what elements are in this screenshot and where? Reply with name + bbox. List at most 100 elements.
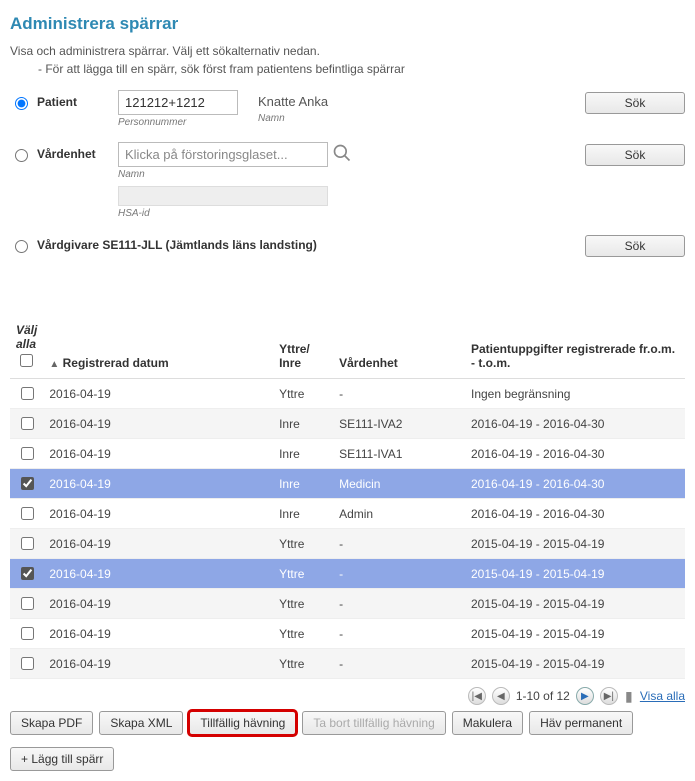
col-vardenhet[interactable]: Vårdenhet: [333, 317, 465, 379]
row-checkbox[interactable]: [21, 507, 34, 520]
pager-separator-icon: ▮: [624, 688, 634, 705]
cell-date: 2016-04-19: [43, 499, 273, 529]
hsaid-input[interactable]: [118, 186, 328, 206]
cell-date: 2016-04-19: [43, 589, 273, 619]
hsaid-sublabel: HSA-id: [118, 208, 352, 219]
cell-vardenhet: -: [333, 379, 465, 409]
cell-vardenhet: Medicin: [333, 469, 465, 499]
cell-yttre-inre: Inre: [273, 439, 333, 469]
col-select-all: Välj alla: [16, 323, 37, 351]
personnummer-input[interactable]: [118, 90, 238, 115]
table-row[interactable]: 2016-04-19InreSE111-IVA12016-04-19 - 201…: [10, 439, 685, 469]
skapa-pdf-button[interactable]: Skapa PDF: [10, 711, 93, 735]
table-row[interactable]: 2016-04-19Yttre-Ingen begränsning: [10, 379, 685, 409]
cell-patientuppgifter: 2015-04-19 - 2015-04-19: [465, 529, 685, 559]
cell-yttre-inre: Yttre: [273, 559, 333, 589]
cell-date: 2016-04-19: [43, 619, 273, 649]
cell-yttre-inre: Inre: [273, 469, 333, 499]
search-icon[interactable]: [332, 143, 352, 166]
search-row-vardgivare: Vårdgivare SE111-JLL (Jämtlands läns lan…: [10, 233, 685, 257]
cell-yttre-inre: Inre: [273, 499, 333, 529]
search-vardgivare-button[interactable]: Sök: [585, 235, 685, 257]
pager-last-icon[interactable]: ▶|: [600, 687, 618, 705]
row-checkbox[interactable]: [21, 447, 34, 460]
cell-yttre-inre: Yttre: [273, 589, 333, 619]
cell-patientuppgifter: 2016-04-19 - 2016-04-30: [465, 439, 685, 469]
pager-range: 1-10 of 12: [516, 689, 570, 703]
radio-patient[interactable]: [15, 97, 28, 110]
select-all-checkbox[interactable]: [20, 354, 33, 367]
pager-prev-icon[interactable]: ◀: [492, 687, 510, 705]
search-patient-button[interactable]: Sök: [585, 92, 685, 114]
cell-patientuppgifter: 2015-04-19 - 2015-04-19: [465, 589, 685, 619]
pager-next-icon[interactable]: ▶: [576, 687, 594, 705]
cell-vardenhet: -: [333, 589, 465, 619]
cell-vardenhet: -: [333, 619, 465, 649]
cell-yttre-inre: Yttre: [273, 619, 333, 649]
patient-name-display: Knatte Anka: [258, 90, 328, 111]
sort-indicator-icon: ▲: [49, 359, 59, 370]
search-row-patient: Patient Personnummer Knatte Anka Namn Sö…: [10, 90, 685, 128]
cell-date: 2016-04-19: [43, 409, 273, 439]
makulera-button[interactable]: Makulera: [452, 711, 523, 735]
cell-yttre-inre: Yttre: [273, 649, 333, 679]
radio-vardgivare[interactable]: [15, 240, 28, 253]
patient-name-sublabel: Namn: [258, 113, 328, 124]
results-table: Välj alla ▲ Registrerad datum Yttre/ Inr…: [10, 317, 685, 679]
cell-vardenhet: -: [333, 529, 465, 559]
vardenhet-name-input[interactable]: [118, 142, 328, 167]
col-yttre-inre[interactable]: Yttre/ Inre: [273, 317, 333, 379]
cell-patientuppgifter: 2015-04-19 - 2015-04-19: [465, 649, 685, 679]
pager-first-icon[interactable]: |◀: [468, 687, 486, 705]
cell-vardenhet: Admin: [333, 499, 465, 529]
table-row[interactable]: 2016-04-19Yttre-2015-04-19 - 2015-04-19: [10, 589, 685, 619]
cell-vardenhet: -: [333, 559, 465, 589]
skapa-xml-button[interactable]: Skapa XML: [99, 711, 183, 735]
cell-yttre-inre: Yttre: [273, 529, 333, 559]
radio-vardenhet[interactable]: [15, 149, 28, 162]
show-all-link[interactable]: Visa alla: [640, 689, 685, 703]
cell-date: 2016-04-19: [43, 559, 273, 589]
cell-vardenhet: SE111-IVA2: [333, 409, 465, 439]
table-row[interactable]: 2016-04-19Yttre-2015-04-19 - 2015-04-19: [10, 529, 685, 559]
search-vardenhet-button[interactable]: Sök: [585, 144, 685, 166]
hav-permanent-button[interactable]: Häv permanent: [529, 711, 633, 735]
table-row[interactable]: 2016-04-19Yttre-2015-04-19 - 2015-04-19: [10, 619, 685, 649]
col-patientuppgifter[interactable]: Patientuppgifter registrerade fr.o.m. - …: [465, 317, 685, 379]
lagg-till-sparr-button[interactable]: + Lägg till spärr: [10, 747, 114, 771]
row-checkbox[interactable]: [21, 387, 34, 400]
row-checkbox[interactable]: [21, 567, 34, 580]
row-checkbox[interactable]: [21, 477, 34, 490]
row-checkbox[interactable]: [21, 597, 34, 610]
cell-vardenhet: SE111-IVA1: [333, 439, 465, 469]
cell-patientuppgifter: 2016-04-19 - 2016-04-30: [465, 409, 685, 439]
search-row-vardenhet: Vårdenhet Namn HSA-id Sök: [10, 142, 685, 219]
table-row[interactable]: 2016-04-19InreAdmin2016-04-19 - 2016-04-…: [10, 499, 685, 529]
cell-date: 2016-04-19: [43, 379, 273, 409]
radio-vardenhet-label: Vårdenhet: [37, 147, 96, 161]
cell-vardenhet: -: [333, 649, 465, 679]
table-row[interactable]: 2016-04-19InreSE111-IVA22016-04-19 - 201…: [10, 409, 685, 439]
cell-patientuppgifter: 2015-04-19 - 2015-04-19: [465, 619, 685, 649]
cell-yttre-inre: Yttre: [273, 379, 333, 409]
row-checkbox[interactable]: [21, 537, 34, 550]
col-reg-date[interactable]: ▲ Registrerad datum: [43, 317, 273, 379]
cell-date: 2016-04-19: [43, 649, 273, 679]
radio-vardgivare-label: Vårdgivare SE111-JLL (Jämtlands läns lan…: [37, 238, 317, 252]
tillfallig-havning-button[interactable]: Tillfällig hävning: [189, 711, 296, 735]
row-checkbox[interactable]: [21, 627, 34, 640]
cell-patientuppgifter: 2016-04-19 - 2016-04-30: [465, 469, 685, 499]
table-row[interactable]: 2016-04-19Yttre-2015-04-19 - 2015-04-19: [10, 649, 685, 679]
row-checkbox[interactable]: [21, 657, 34, 670]
row-checkbox[interactable]: [21, 417, 34, 430]
personnummer-sublabel: Personnummer: [118, 117, 238, 128]
cell-patientuppgifter: 2015-04-19 - 2015-04-19: [465, 559, 685, 589]
action-bar: Skapa PDF Skapa XML Tillfällig hävning T…: [10, 711, 685, 771]
cell-date: 2016-04-19: [43, 439, 273, 469]
intro-text: Visa och administrera spärrar. Välj ett …: [10, 44, 685, 58]
cell-patientuppgifter: 2016-04-19 - 2016-04-30: [465, 499, 685, 529]
ta-bort-tillfallig-havning-button: Ta bort tillfällig hävning: [302, 711, 445, 735]
table-row[interactable]: 2016-04-19InreMedicin2016-04-19 - 2016-0…: [10, 469, 685, 499]
table-row[interactable]: 2016-04-19Yttre-2015-04-19 - 2015-04-19: [10, 559, 685, 589]
cell-date: 2016-04-19: [43, 469, 273, 499]
